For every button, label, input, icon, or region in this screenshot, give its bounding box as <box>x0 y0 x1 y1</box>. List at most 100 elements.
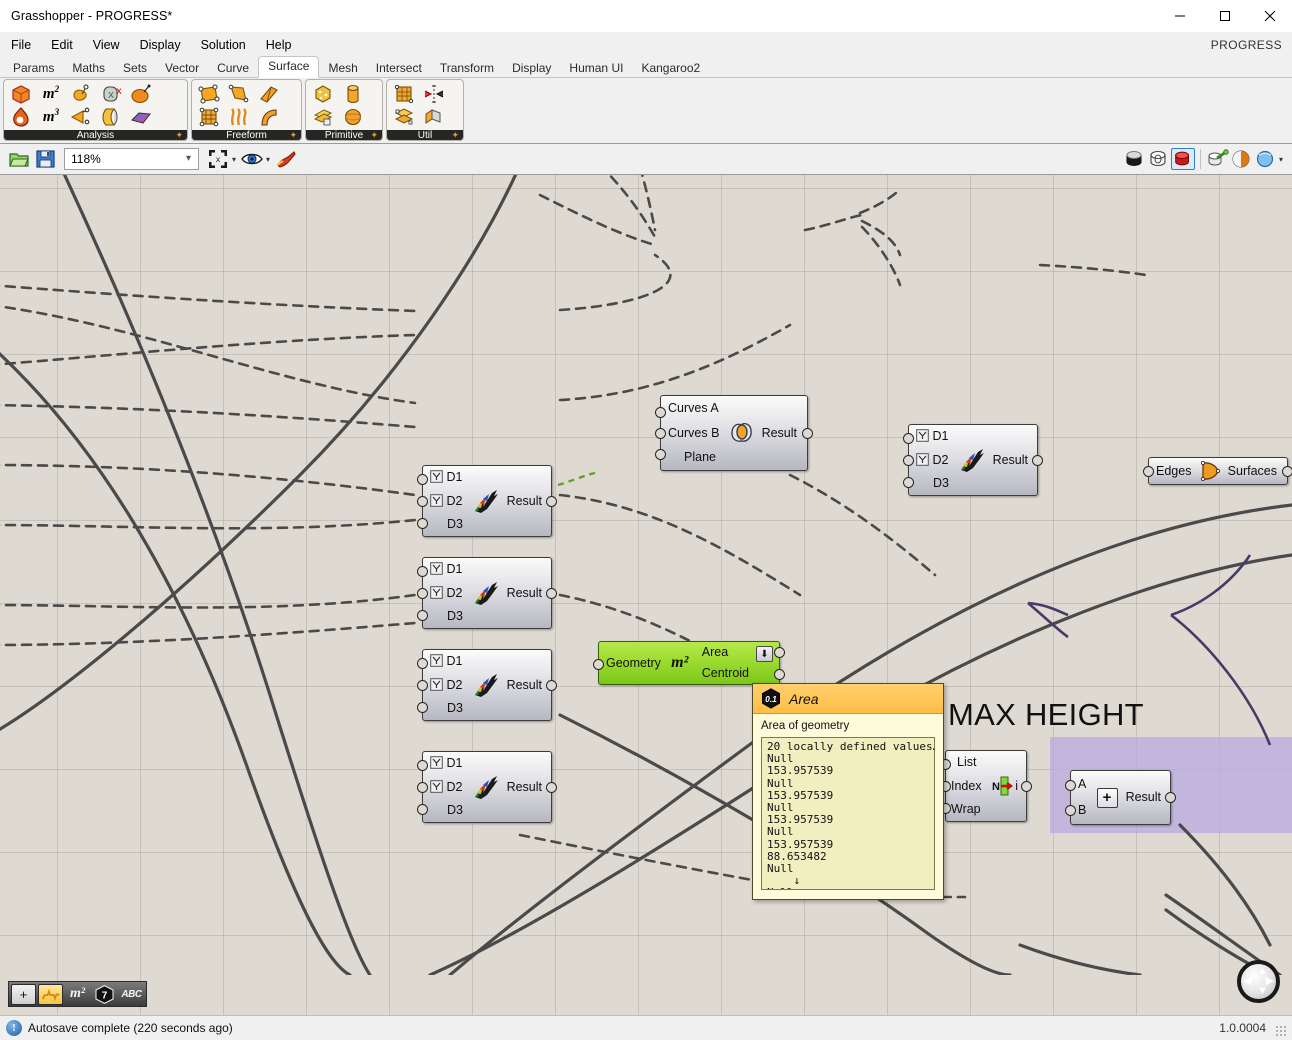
input-port-d1[interactable] <box>417 658 428 669</box>
spellcheck-widget-button[interactable]: ABC <box>119 984 144 1005</box>
cylinder-icon[interactable] <box>339 82 367 105</box>
component-collapse-arrow-icon[interactable]: ⬇ <box>756 646 773 662</box>
tab-vector[interactable]: Vector <box>156 59 208 78</box>
four-point-surface-icon[interactable] <box>195 82 223 105</box>
draw-icons-icon[interactable] <box>1206 148 1230 170</box>
tab-human-ui[interactable]: Human UI <box>560 59 632 78</box>
output-port-result[interactable] <box>1032 455 1043 466</box>
input-port-d2[interactable] <box>903 455 914 466</box>
grasshopper-canvas[interactable]: Curves A Curves B Plane Result D1 D2 D3 … <box>0 175 1292 1015</box>
preview-dropdown-icon[interactable]: ▾ <box>266 155 270 164</box>
chevron-down-icon[interactable]: ▾ <box>186 153 191 164</box>
list-item-component[interactable]: List Index Wrap N i <box>940 750 1032 822</box>
bake-icon[interactable] <box>273 147 299 172</box>
input-port-d3[interactable] <box>417 804 428 815</box>
menu-display[interactable]: Display <box>131 36 190 54</box>
input-port-d3[interactable] <box>417 518 428 529</box>
input-port-edges[interactable] <box>1143 466 1154 477</box>
surface-point-icon[interactable] <box>67 82 95 105</box>
add-widget-button[interactable]: + <box>11 983 36 1005</box>
menu-edit[interactable]: Edit <box>42 36 82 54</box>
brep-join-icon[interactable] <box>420 105 448 128</box>
construct-vector-component-4[interactable]: D1 D2 D3 Result <box>417 751 557 823</box>
output-port-centroid[interactable] <box>774 669 785 680</box>
shaded-preview-icon[interactable] <box>1123 148 1147 170</box>
input-port-geometry[interactable] <box>593 659 604 670</box>
edge-surface-icon[interactable] <box>195 105 223 128</box>
box-rectangular-icon[interactable] <box>309 105 337 128</box>
surface-curvature-icon[interactable] <box>97 105 125 128</box>
sphere-icon[interactable] <box>339 105 367 128</box>
tab-display[interactable]: Display <box>503 59 560 78</box>
output-port-surfaces[interactable] <box>1282 466 1292 477</box>
surface-flip-icon[interactable] <box>420 82 448 105</box>
eye-preview-icon[interactable] <box>239 147 265 172</box>
area-component-selected[interactable]: Geometry m² Area Centroid ⬇ <box>593 641 785 685</box>
output-port-result[interactable] <box>546 680 557 691</box>
draw-fancy-icon[interactable] <box>1230 148 1254 170</box>
canvas-annotation-max-height[interactable]: MAX HEIGHT <box>948 697 1144 733</box>
sphere-settings-icon[interactable] <box>1254 148 1278 170</box>
tab-transform[interactable]: Transform <box>431 59 503 78</box>
input-port-d1[interactable] <box>417 474 428 485</box>
output-port-result[interactable] <box>802 428 813 439</box>
tab-intersect[interactable]: Intersect <box>367 59 431 78</box>
construct-vector-component-3[interactable]: D1 D2 D3 Result <box>417 649 557 721</box>
resize-grip[interactable] <box>1275 1025 1287 1037</box>
input-port-d2[interactable] <box>417 496 428 507</box>
merge-faces-icon[interactable] <box>390 105 418 128</box>
freeform-expand-icon[interactable]: ✦ <box>289 130 297 140</box>
open-folder-icon[interactable] <box>6 147 32 172</box>
close-icon[interactable] <box>1247 0 1292 32</box>
analysis-expand-icon[interactable]: ✦ <box>175 130 183 140</box>
save-disk-icon[interactable] <box>32 147 58 172</box>
preview-off-icon[interactable] <box>1170 148 1195 170</box>
surface-evaluate-icon[interactable] <box>67 105 95 128</box>
tab-curve[interactable]: Curve <box>208 59 258 78</box>
sweep-icon[interactable] <box>255 105 283 128</box>
tab-mesh[interactable]: Mesh <box>319 59 366 78</box>
curve-boolean-component[interactable]: Curves A Curves B Plane Result <box>655 395 813 471</box>
output-port-result[interactable] <box>1165 792 1176 803</box>
tab-maths[interactable]: Maths <box>63 59 114 78</box>
jump-widget-button[interactable]: 7 <box>92 984 117 1005</box>
maximize-icon[interactable] <box>1202 0 1247 32</box>
units-widget-button[interactable]: m² <box>65 984 90 1005</box>
ruled-surface-icon[interactable] <box>225 105 253 128</box>
output-port-result[interactable] <box>546 496 557 507</box>
menu-file[interactable]: File <box>2 36 40 54</box>
input-port-curves-b[interactable] <box>655 428 666 439</box>
tab-surface[interactable]: Surface <box>258 56 320 78</box>
surface-sphere-icon[interactable] <box>127 82 155 105</box>
minimize-icon[interactable] <box>1157 0 1202 32</box>
input-port-b[interactable] <box>1065 805 1076 816</box>
input-port-a[interactable] <box>1065 780 1076 791</box>
construct-vector-component-5[interactable]: D1 D2 D3 Result <box>903 424 1043 496</box>
input-port-d3[interactable] <box>417 610 428 621</box>
tab-kangaroo2[interactable]: Kangaroo2 <box>632 59 709 78</box>
input-port-curves-a[interactable] <box>655 407 666 418</box>
input-port-d3[interactable] <box>417 702 428 713</box>
input-port-d2[interactable] <box>417 588 428 599</box>
brep-box-icon[interactable] <box>7 82 35 105</box>
input-port-d2[interactable] <box>417 680 428 691</box>
tab-sets[interactable]: Sets <box>114 59 156 78</box>
brep-burn-icon[interactable] <box>7 105 35 128</box>
surface-gradient-icon[interactable] <box>127 105 155 128</box>
deconstruct-brep-component[interactable]: Edges Surfaces <box>1143 457 1292 485</box>
input-port-d1[interactable] <box>417 760 428 771</box>
output-port-area[interactable] <box>774 647 785 658</box>
surface-deconstruct-icon[interactable]: xx <box>97 82 125 105</box>
primitive-expand-icon[interactable]: ✦ <box>370 130 378 140</box>
navigation-compass-widget[interactable]: ▲ ▼ ◀ ▶ <box>1237 960 1280 1003</box>
surface-from-points-icon[interactable] <box>225 82 253 105</box>
input-port-plane[interactable] <box>655 449 666 460</box>
surface-divide-icon[interactable] <box>390 82 418 105</box>
construct-vector-component-2[interactable]: D1 D2 D3 Result <box>417 557 557 629</box>
input-port-d1[interactable] <box>417 566 428 577</box>
output-port-result[interactable] <box>546 588 557 599</box>
extrude-icon[interactable] <box>255 82 283 105</box>
addition-component[interactable]: A B + Result <box>1065 770 1176 825</box>
zoom-level-combobox[interactable]: 118% ▾ <box>64 148 199 170</box>
box-primitive-icon[interactable] <box>309 82 337 105</box>
